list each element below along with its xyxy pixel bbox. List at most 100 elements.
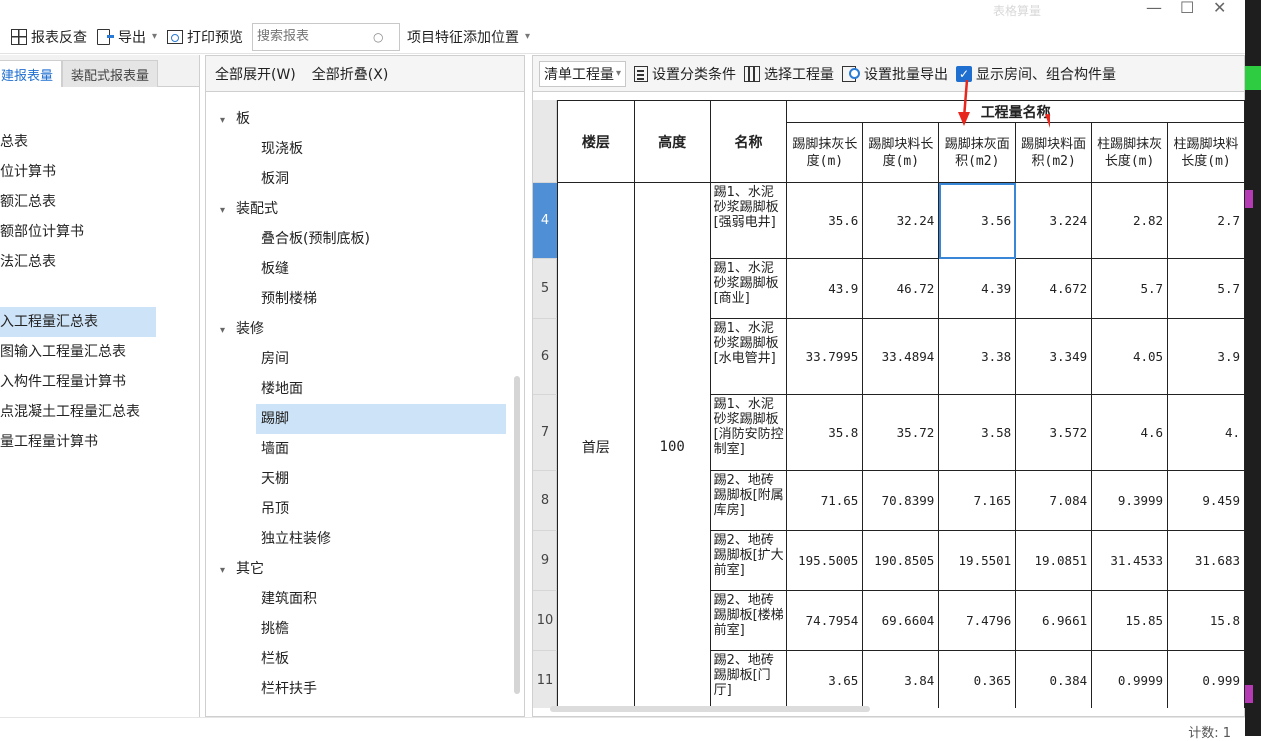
vertical-scrollbar[interactable] — [514, 376, 520, 694]
value-cell[interactable]: 31.4533 — [1091, 530, 1169, 591]
row-number[interactable]: 4 — [533, 182, 557, 258]
value-cell[interactable]: 0.9999 — [1091, 650, 1169, 708]
chevron-down-icon[interactable]: ▾ — [220, 556, 236, 586]
minimize-button[interactable]: — — [1146, 0, 1162, 17]
value-cell[interactable]: 43.9 — [786, 258, 864, 319]
print-preview-button[interactable]: 打印预览 — [164, 27, 246, 47]
tab-prefab-report[interactable]: 装配式报表量 — [62, 60, 159, 87]
value-cell[interactable]: 4. — [1167, 394, 1245, 471]
value-cell[interactable]: 71.65 — [786, 470, 864, 531]
value-cell[interactable]: 19.5501 — [938, 530, 1017, 591]
name-cell[interactable]: 踢1、水泥砂浆踢脚板[商业] — [709, 258, 788, 319]
value-cell[interactable]: 2.7 — [1167, 182, 1245, 259]
value-cell[interactable]: 7.084 — [1015, 470, 1093, 531]
row-number[interactable]: 7 — [533, 394, 557, 470]
value-cell[interactable]: 4.6 — [1091, 394, 1169, 471]
tree-item-selected[interactable]: 踢脚 — [256, 404, 506, 434]
value-cell[interactable]: 3.9 — [1167, 318, 1245, 395]
tree-item[interactable]: 栏杆扶手 — [206, 674, 524, 704]
value-cell[interactable]: 3.349 — [1015, 318, 1093, 395]
collapse-all-button[interactable]: 全部折叠(X) — [312, 64, 389, 84]
tree-item[interactable]: 预制楼梯 — [206, 284, 524, 314]
close-button[interactable]: ✕ — [1213, 0, 1226, 17]
tree-item[interactable]: 栏板 — [206, 644, 524, 674]
search-icon[interactable]: ○ — [373, 30, 383, 44]
value-cell[interactable]: 46.72 — [862, 258, 940, 319]
report-item[interactable]: 额汇总表 — [0, 187, 156, 217]
value-cell[interactable]: 70.8399 — [862, 470, 940, 531]
name-cell[interactable]: 踢1、水泥砂浆踢脚板[水电管井] — [709, 318, 788, 395]
name-cell[interactable]: 踢2、地砖踢脚板[楼梯前室] — [709, 590, 788, 651]
value-cell[interactable]: 2.82 — [1091, 182, 1169, 259]
value-cell[interactable]: 7.165 — [938, 470, 1017, 531]
header-quantity-column[interactable]: 柱踢脚块料长度(m) — [1167, 122, 1245, 183]
value-cell[interactable]: 4.05 — [1091, 318, 1169, 395]
report-item[interactable]: 总表 — [0, 127, 156, 157]
value-cell[interactable]: 190.8505 — [862, 530, 940, 591]
value-cell[interactable]: 4.39 — [938, 258, 1017, 319]
value-cell[interactable]: 3.224 — [1015, 182, 1093, 259]
report-item[interactable]: 额部位计算书 — [0, 217, 156, 247]
name-cell[interactable]: 踢1、水泥砂浆踢脚板[强弱电井] — [709, 182, 788, 259]
tree-item[interactable]: 建筑面积 — [206, 584, 524, 614]
report-item[interactable]: 入构件工程量计算书 — [0, 367, 156, 397]
height-cell[interactable]: 100 — [633, 182, 711, 708]
floor-cell[interactable]: 首层 — [557, 182, 635, 708]
tree-item[interactable]: 板缝 — [206, 254, 524, 284]
tree-item[interactable]: 天棚 — [206, 464, 524, 494]
set-category-button[interactable]: 设置分类条件 — [634, 64, 736, 84]
export-button[interactable]: 导出 ▾ — [94, 27, 160, 47]
report-search-input[interactable] — [253, 29, 374, 44]
row-number[interactable]: 10 — [533, 590, 557, 650]
header-quantity-column[interactable]: 踢脚块料长度(m) — [862, 122, 940, 183]
row-number[interactable]: 9 — [533, 530, 557, 590]
value-cell[interactable]: 32.24 — [862, 182, 940, 259]
value-cell[interactable]: 9.3999 — [1091, 470, 1169, 531]
value-cell[interactable]: 33.7995 — [786, 318, 864, 395]
value-cell[interactable]: 7.4796 — [938, 590, 1017, 651]
expand-all-button[interactable]: 全部展开(W) — [215, 64, 296, 84]
batch-export-button[interactable]: 设置批量导出 — [842, 64, 948, 84]
name-cell[interactable]: 踢2、地砖踢脚板[附属库房] — [709, 470, 788, 531]
header-name[interactable]: 名称 — [709, 100, 788, 183]
maximize-button[interactable]: ☐ — [1180, 0, 1194, 17]
checkbox-checked-icon[interactable]: ✓ — [956, 65, 973, 82]
tree-item[interactable]: 楼地面 — [206, 374, 524, 404]
header-height[interactable]: 高度 — [633, 100, 711, 183]
report-item[interactable]: 点混凝土工程量汇总表 — [0, 397, 156, 427]
report-item[interactable]: 法汇总表 — [0, 247, 156, 277]
value-cell[interactable]: 19.0851 — [1015, 530, 1093, 591]
header-quantity-column[interactable]: 踢脚抹灰长度(m) — [786, 122, 864, 183]
chevron-down-icon[interactable]: ▾ — [220, 106, 236, 136]
value-cell[interactable]: 31.683 — [1167, 530, 1245, 591]
value-cell[interactable]: 3.65 — [786, 650, 864, 708]
tree-item[interactable]: 现浇板 — [206, 134, 524, 164]
tree-item[interactable]: 墙面 — [206, 434, 524, 464]
value-cell[interactable]: 0.384 — [1015, 650, 1093, 708]
tree-item[interactable]: 叠合板(预制底板) — [206, 224, 524, 254]
name-cell[interactable]: 踢2、地砖踢脚板[扩大前室] — [709, 530, 788, 591]
header-quantity-column[interactable]: 踢脚块料面积(m2) — [1015, 122, 1093, 183]
value-cell[interactable]: 33.4894 — [862, 318, 940, 395]
row-number[interactable]: 11 — [533, 650, 557, 710]
row-number[interactable]: 8 — [533, 470, 557, 530]
report-search-box[interactable]: ○ — [252, 22, 401, 51]
horizontal-scrollbar[interactable] — [550, 706, 870, 712]
selected-value-cell[interactable]: 3.56 — [938, 182, 1017, 259]
value-cell[interactable]: 5.7 — [1167, 258, 1245, 319]
feature-position-dropdown[interactable]: 项目特征添加位置 ▾ — [404, 27, 533, 47]
value-cell[interactable]: 3.84 — [862, 650, 940, 708]
value-cell[interactable]: 35.6 — [786, 182, 864, 259]
tree-item[interactable]: 房间 — [206, 344, 524, 374]
value-cell[interactable]: 4.672 — [1015, 258, 1093, 319]
quantity-mode-select[interactable]: 清单工程量 ▾ — [539, 60, 627, 87]
value-cell[interactable]: 74.7954 — [786, 590, 864, 651]
report-check-button[interactable]: 报表反查 — [8, 27, 90, 47]
chevron-down-icon[interactable]: ▾ — [220, 196, 236, 226]
tab-building-report[interactable]: 建报表量 — [0, 60, 63, 87]
value-cell[interactable]: 3.58 — [938, 394, 1017, 471]
row-number[interactable]: 5 — [533, 258, 557, 318]
report-item-selected[interactable]: 入工程量汇总表 — [0, 307, 156, 337]
tree-item[interactable]: 吊顶 — [206, 494, 524, 524]
value-cell[interactable]: 5.7 — [1091, 258, 1169, 319]
